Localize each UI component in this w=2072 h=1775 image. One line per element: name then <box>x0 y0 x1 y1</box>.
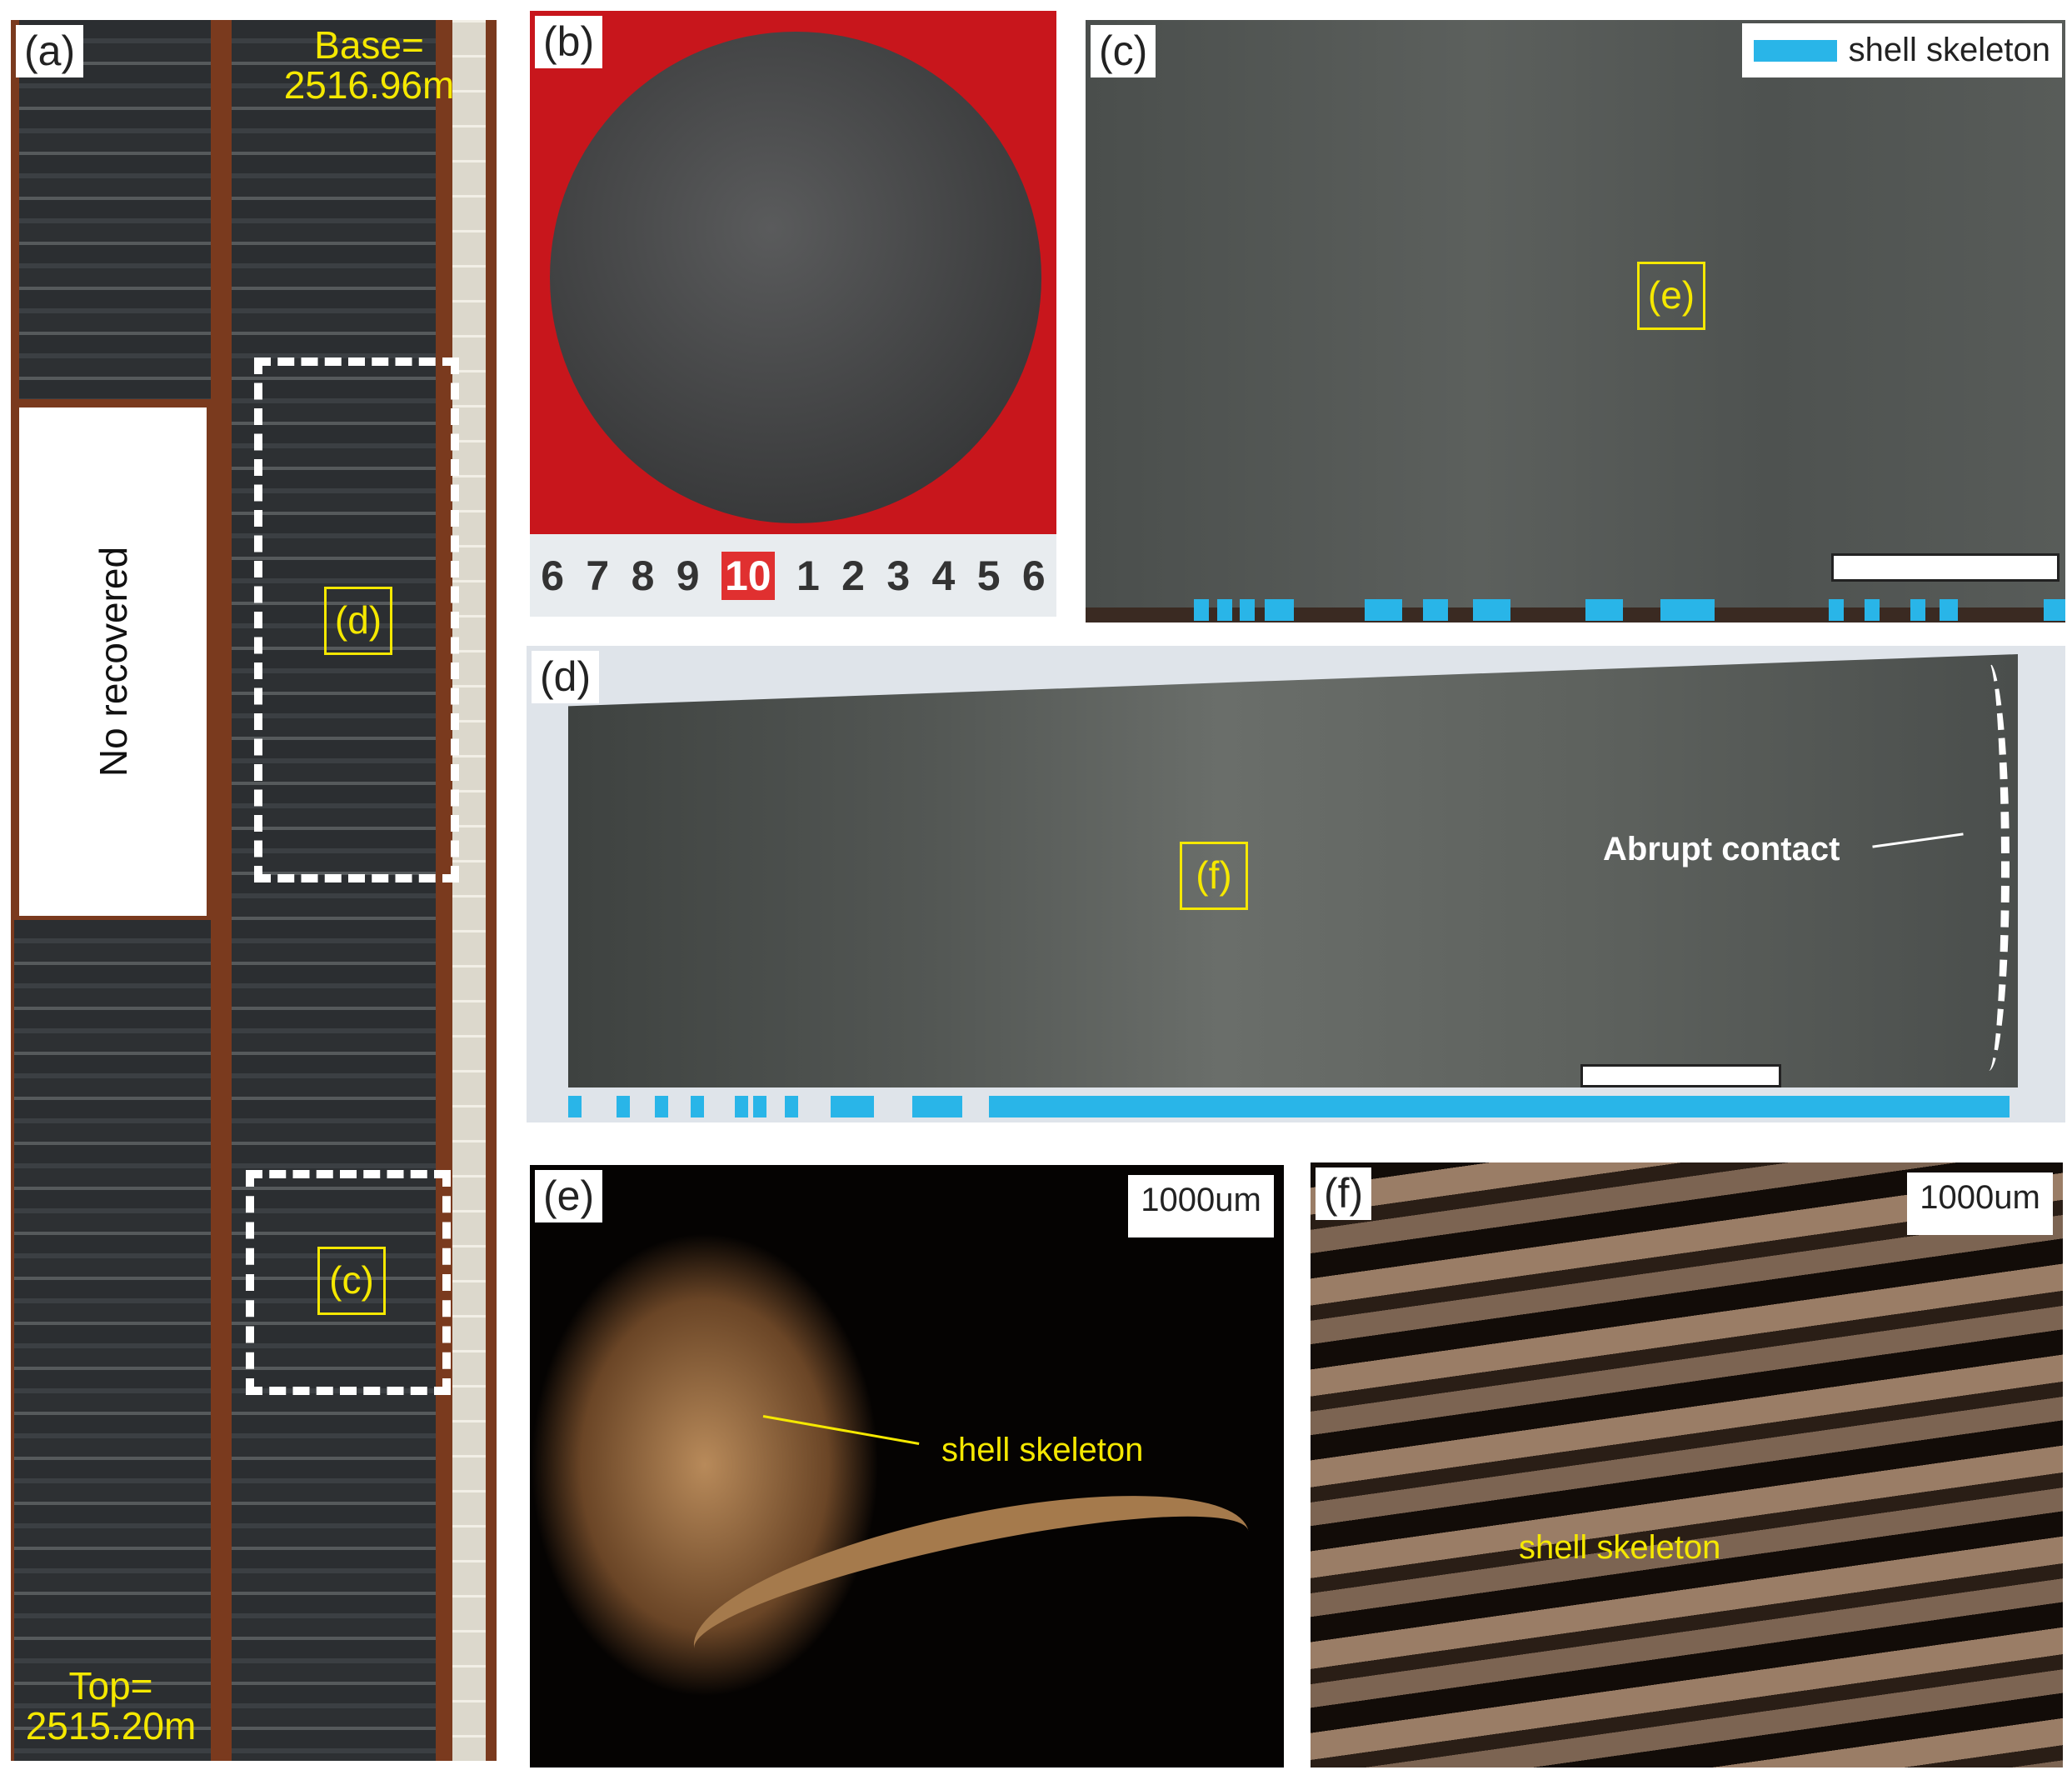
ruler-tick: 1 <box>796 552 820 599</box>
panel-b-core-cross-section: 6 7 8 9 10 1 2 3 4 5 6 (b) <box>530 11 1056 617</box>
core-column-right <box>232 20 436 1761</box>
box-c-label: (c) <box>317 1247 386 1315</box>
skeleton-bar <box>1240 599 1255 621</box>
skeleton-bar <box>753 1096 766 1118</box>
core-column-left-bottom <box>14 920 211 1761</box>
ruler: 6 7 8 9 10 1 2 3 4 5 6 <box>530 534 1056 617</box>
skeleton-bar <box>1473 599 1510 621</box>
ruler-tick: 2 <box>841 552 865 599</box>
shell-skeleton-text: shell skeleton <box>1519 1529 1721 1566</box>
skeleton-bar <box>1940 599 1958 621</box>
panel-e-thin-section: (e) 1000um shell skeleton <box>530 1165 1284 1768</box>
legend-text: shell skeleton <box>1848 32 2050 68</box>
skeleton-bar <box>1194 599 1209 621</box>
skeleton-bar <box>1910 599 1925 621</box>
skeleton-bar <box>691 1096 704 1118</box>
skeleton-bar <box>1660 599 1715 621</box>
scale-bar-1000um: 1000um <box>1128 1175 1274 1238</box>
ruler-tick: 6 <box>541 552 564 599</box>
ruler-tick-10: 10 <box>721 551 775 600</box>
scale-bar <box>1831 553 2060 582</box>
panel-a-label: (a) <box>16 25 84 78</box>
panel-d-core-slab: Abrupt contact (d) (f) <box>527 646 2065 1122</box>
skeleton-bar <box>1865 599 1880 621</box>
skeleton-bar <box>655 1096 668 1118</box>
top-label-text: Top= <box>68 1664 153 1708</box>
ruler-tick: 6 <box>1021 552 1046 599</box>
base-label: Base= 2516.96m <box>269 25 469 106</box>
ruler-tick: 5 <box>976 552 1001 599</box>
no-recovered-box: No recovered <box>19 408 207 916</box>
ruler-tick: 4 <box>931 552 956 599</box>
panel-f-label: (f) <box>1316 1168 1372 1220</box>
ruler-tick: 3 <box>886 552 911 599</box>
ruler-tick: 8 <box>631 552 655 599</box>
shell-skeleton-text: shell skeleton <box>941 1432 1144 1468</box>
skeleton-bar <box>617 1096 630 1118</box>
abrupt-contact-text: Abrupt contact <box>1603 831 1840 868</box>
box-e-label: (e) <box>1637 262 1705 330</box>
legend-swatch <box>1753 39 1837 62</box>
ruler-tick: 7 <box>586 552 610 599</box>
slab <box>568 654 2018 1088</box>
measuring-tape <box>452 20 486 1761</box>
box-f-label: (f) <box>1180 842 1248 910</box>
core-disc <box>550 32 1041 523</box>
base-label-text: Base= <box>314 23 424 67</box>
no-recovered-text: No recovered <box>91 546 135 778</box>
top-label: Top= 2515.20m <box>11 1666 211 1747</box>
skeleton-bar <box>989 1096 2010 1118</box>
skeleton-bar <box>1829 599 1844 621</box>
skeleton-bar <box>1217 599 1232 621</box>
figure: No recovered (a) Base= 2516.96m Top= 251… <box>0 0 2072 1775</box>
skeleton-bar <box>1585 599 1623 621</box>
legend: shell skeleton <box>1741 23 2062 78</box>
skeleton-bar <box>1423 599 1448 621</box>
box-d-label: (d) <box>324 587 392 655</box>
panel-d-label: (d) <box>532 651 600 703</box>
skeleton-bar <box>785 1096 798 1118</box>
skeleton-bar <box>568 1096 582 1118</box>
base-depth-text: 2516.96m <box>283 63 455 108</box>
skeleton-bar <box>1365 599 1402 621</box>
panel-a-core-photo: No recovered (a) Base= 2516.96m Top= 251… <box>11 20 497 1761</box>
skeleton-bar <box>2044 599 2065 621</box>
panel-f-thin-section: (f) 1000um shell skeleton <box>1311 1162 2063 1768</box>
skeleton-bar <box>831 1096 874 1118</box>
top-depth-text: 2515.20m <box>25 1704 197 1748</box>
panel-c-label: (c) <box>1091 25 1156 78</box>
skeleton-bar <box>912 1096 962 1118</box>
contact-dashed-line <box>1968 662 2010 1071</box>
panel-c-core-slab: (c) shell skeleton (e) <box>1086 20 2065 622</box>
skeleton-bar <box>735 1096 748 1118</box>
ruler-tick: 9 <box>676 552 700 599</box>
scale-bar <box>1580 1064 1781 1088</box>
scale-bar-1000um: 1000um <box>1907 1172 2053 1235</box>
skeleton-bar <box>1265 599 1294 621</box>
panel-b-label: (b) <box>535 16 603 68</box>
panel-e-label: (e) <box>535 1170 603 1222</box>
